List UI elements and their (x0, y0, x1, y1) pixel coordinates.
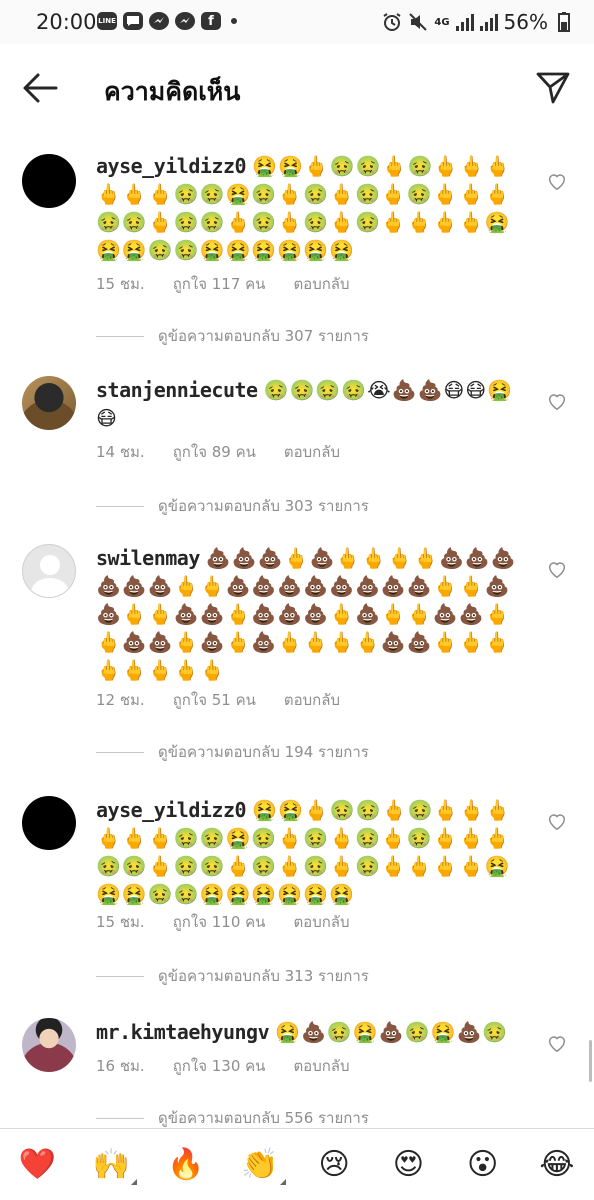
battery-icon (554, 12, 574, 32)
view-replies-button[interactable]: ดูข้อความตอบกลับ 194 รายการ (96, 740, 369, 764)
comment-meta: 12 ชม. ถูกใจ 51 คน ตอบกลับ (96, 688, 340, 712)
comment-username[interactable]: ayse_yildizz0 (96, 154, 247, 178)
heart-icon[interactable] (546, 390, 568, 412)
comment-likes[interactable]: ถูกใจ 110 คน (173, 910, 266, 934)
mute-icon (408, 12, 428, 32)
status-bar: 20:00 LINE f 4G 56% (0, 0, 594, 44)
comment-time: 14 ชม. (96, 443, 145, 461)
quick-emoji-surprised[interactable]: 😮 (461, 1143, 505, 1187)
network-type: 4G (434, 16, 450, 28)
quick-emoji-clap-glyph: 👏 (241, 1147, 279, 1182)
comment-likes[interactable]: ถูกใจ 130 คน (173, 1054, 266, 1078)
quick-emoji-fire[interactable]: 🔥 (164, 1143, 208, 1187)
view-replies-button[interactable]: ดูข้อความตอบกลับ 556 รายการ (96, 1106, 369, 1128)
quick-emoji-crying[interactable]: 😢 (312, 1143, 356, 1187)
skin-tone-indicator-icon (279, 1178, 286, 1185)
divider (96, 1117, 144, 1119)
facebook-app-icon: f (201, 12, 221, 30)
messenger-app-icon (149, 12, 169, 30)
reply-button[interactable]: ตอบกลับ (293, 910, 349, 934)
comment-meta: 16 ชม. ถูกใจ 130 คน ตอบกลับ (96, 1054, 350, 1078)
comment-body: stanjenniecute 🤢🤢🤢🤢😭💩💩😷😷🤮😷 (96, 376, 526, 432)
comment-text: 🤮💩🤢🤮💩🤢🤮💩🤢 (275, 1020, 509, 1044)
send-icon (536, 72, 570, 104)
divider (96, 751, 144, 753)
comment-time: 15 ชม. (96, 275, 145, 293)
signal-icon-2 (479, 13, 498, 31)
view-replies-label: ดูข้อความตอบกลับ 556 รายการ (158, 1109, 369, 1127)
divider (96, 975, 144, 977)
quick-emoji-heart[interactable]: ❤️ (15, 1143, 59, 1187)
battery-percent: 56% (503, 10, 548, 34)
header: ความคิดเห็น (0, 44, 594, 132)
share-button[interactable] (534, 68, 572, 106)
comment-username[interactable]: stanjenniecute (96, 378, 258, 402)
comment-meta: 15 ชม. ถูกใจ 110 คน ตอบกลับ (96, 910, 350, 934)
scrollbar[interactable] (589, 1040, 592, 1082)
quick-emoji-laughing[interactable]: 😂 (535, 1143, 579, 1187)
default-avatar-body (31, 578, 69, 597)
comment-time: 15 ชม. (96, 913, 145, 931)
comment-body: ayse_yildizz0 🤮🤮🖕🤢🤢🖕🤢🖕🖕🖕🖕🖕🖕🤢🤢🤮🤢🖕🤢🖕🤢🖕🤢🖕🖕🖕🤢… (96, 796, 526, 908)
comment-likes[interactable]: ถูกใจ 89 คน (173, 440, 256, 464)
comment-body: mr.kimtaehyungv 🤮💩🤢🤮💩🤢🤮💩🤢 (96, 1018, 526, 1046)
divider (96, 335, 144, 337)
quick-emoji-bar: ❤️ 🙌 🔥 👏 😢 😍 😮 😂 (0, 1128, 594, 1200)
quick-emoji-raised-hands-glyph: 🙌 (92, 1147, 131, 1182)
avatar[interactable] (22, 154, 76, 208)
comment-likes[interactable]: ถูกใจ 51 คน (173, 688, 256, 712)
status-notification-icons: LINE f (97, 12, 237, 30)
messages-app-icon (123, 12, 143, 30)
signal-icon (455, 13, 474, 31)
heart-icon[interactable] (546, 1032, 568, 1054)
comments-list[interactable]: ayse_yildizz0 🤮🤮🖕🤢🤢🖕🤢🖕🖕🖕🖕🖕🖕🤢🤢🤮🤢🖕🤢🖕🤢🖕🤢🖕🖕🖕🤢… (0, 132, 594, 1128)
alarm-icon (382, 12, 402, 32)
avatar[interactable] (22, 796, 76, 850)
messenger-app-icon-2 (175, 12, 195, 30)
comment-meta: 15 ชม. ถูกใจ 117 คน ตอบกลับ (96, 272, 350, 296)
comment-username[interactable]: ayse_yildizz0 (96, 798, 247, 822)
comment-time: 12 ชม. (96, 691, 145, 709)
comment-body: swilenmay 💩💩💩🖕💩🖕🖕🖕🖕💩💩💩💩💩💩🖕🖕💩💩💩💩💩💩💩💩🖕🖕💩💩🖕🖕… (96, 544, 526, 684)
more-notifications-dot (231, 18, 237, 24)
reply-button[interactable]: ตอบกลับ (284, 688, 340, 712)
reply-button[interactable]: ตอบกลับ (293, 272, 349, 296)
comment-body: ayse_yildizz0 🤮🤮🖕🤢🤢🖕🤢🖕🖕🖕🖕🖕🖕🤢🤢🤮🤢🖕🤢🖕🤢🖕🤢🖕🖕🖕🤢… (96, 152, 526, 264)
avatar[interactable] (22, 1018, 76, 1072)
status-time: 20:00 (36, 10, 97, 34)
view-replies-button[interactable]: ดูข้อความตอบกลับ 307 รายการ (96, 324, 369, 348)
view-replies-label: ดูข้อความตอบกลับ 307 รายการ (158, 327, 369, 345)
quick-emoji-raised-hands[interactable]: 🙌 (89, 1143, 138, 1187)
back-button[interactable] (20, 70, 60, 106)
status-system-icons: 4G 56% (382, 10, 574, 34)
default-avatar-head (40, 555, 60, 575)
view-replies-button[interactable]: ดูข้อความตอบกลับ 313 รายการ (96, 964, 369, 988)
view-replies-label: ดูข้อความตอบกลับ 313 รายการ (158, 967, 369, 985)
comment-username[interactable]: mr.kimtaehyungv (96, 1020, 270, 1044)
comment-meta: 14 ชม. ถูกใจ 89 คน ตอบกลับ (96, 440, 340, 464)
reply-button[interactable]: ตอบกลับ (284, 440, 340, 464)
heart-icon[interactable] (546, 810, 568, 832)
divider (96, 505, 144, 507)
comment-username[interactable]: swilenmay (96, 546, 200, 570)
view-replies-label: ดูข้อความตอบกลับ 303 รายการ (158, 497, 369, 515)
avatar[interactable] (22, 376, 76, 430)
reply-button[interactable]: ตอบกลับ (293, 1054, 349, 1078)
line-app-icon: LINE (97, 12, 117, 30)
comment-time: 16 ชม. (96, 1057, 145, 1075)
page-title: ความคิดเห็น (104, 77, 241, 106)
skin-tone-indicator-icon (131, 1178, 138, 1185)
view-replies-label: ดูข้อความตอบกลับ 194 รายการ (158, 743, 369, 761)
avatar[interactable] (22, 544, 76, 598)
heart-icon[interactable] (546, 170, 568, 192)
back-arrow-icon (23, 73, 58, 103)
heart-icon[interactable] (546, 558, 568, 580)
quick-emoji-clap[interactable]: 👏 (238, 1143, 286, 1187)
view-replies-button[interactable]: ดูข้อความตอบกลับ 303 รายการ (96, 494, 369, 518)
quick-emoji-heart-eyes[interactable]: 😍 (386, 1143, 430, 1187)
comment-likes[interactable]: ถูกใจ 117 คน (173, 272, 266, 296)
